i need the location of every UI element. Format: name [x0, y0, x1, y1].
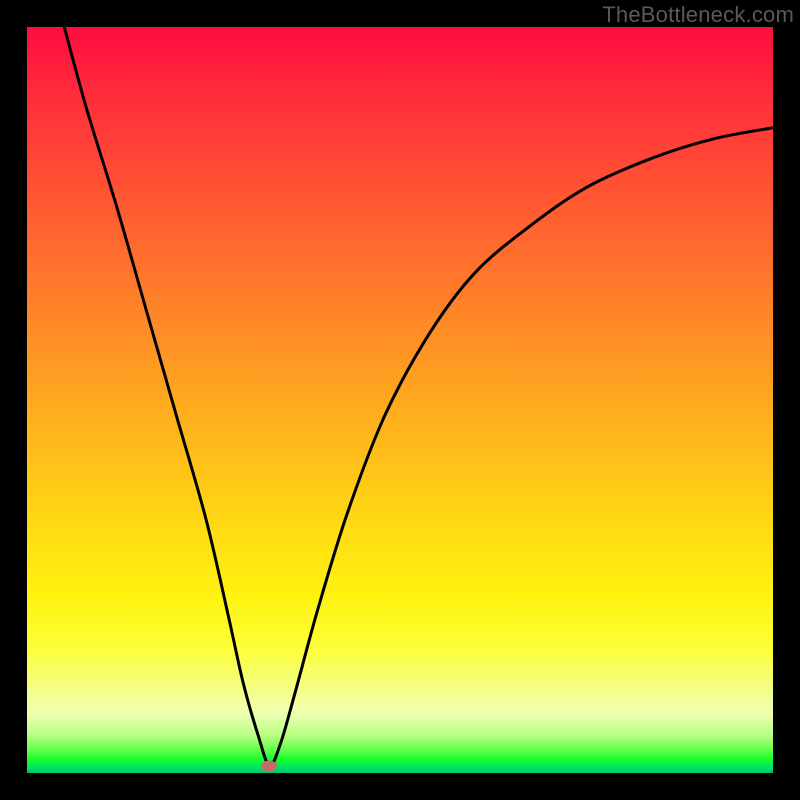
optimum-marker	[261, 760, 277, 771]
chart-frame: TheBottleneck.com	[0, 0, 800, 800]
bottleneck-curve	[64, 27, 773, 766]
curve-svg	[27, 27, 773, 773]
plot-area	[27, 27, 773, 773]
watermark-text: TheBottleneck.com	[602, 2, 794, 28]
